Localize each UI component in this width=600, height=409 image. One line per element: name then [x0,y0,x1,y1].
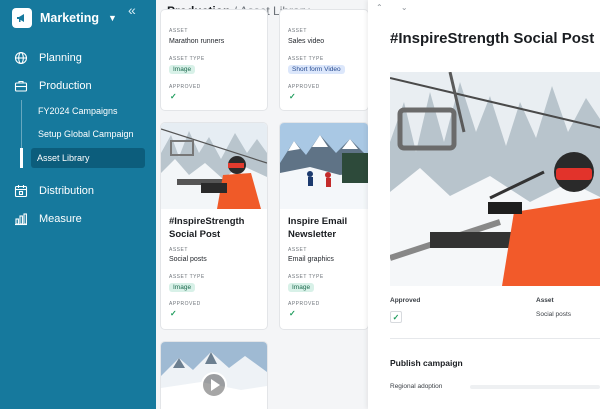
publish-campaign-heading: Publish campaign [390,358,463,368]
sub-label: FY2024 Campaigns [38,106,118,116]
approved-label: APPROVED [169,301,201,307]
chevron-down-icon: ▼ [108,13,117,23]
briefcase-icon [14,79,28,93]
nav-label: Production [39,80,92,92]
bar-chart-icon [14,212,28,226]
skiers-mountain-image [280,123,368,209]
asset-value: Email graphics [288,256,334,263]
sidebar-item-asset-library[interactable]: Asset Library [31,148,145,168]
asset-card-video[interactable] [161,342,267,409]
asset-value: Marathon runners [169,38,225,45]
megaphone-icon [12,8,32,28]
sub-label: Asset Library [37,153,90,163]
sidebar-item-fy2024-campaigns[interactable]: FY2024 Campaigns [32,101,146,121]
asset-label: ASSET [288,247,307,253]
asset-label: ASSET [169,28,188,34]
asset-type-label: ASSET TYPE [169,56,205,62]
asset-type-tag: Image [169,283,196,292]
sidebar: Marketing ▼ « Planning Production FY2024… [0,0,156,409]
asset-card-inspirestrength[interactable]: #InspireStrength Social Post ASSET Socia… [161,123,267,329]
check-icon: ✓ [170,309,177,318]
approved-label: APPROVED [288,301,320,307]
asset-value: Sales video [288,38,325,45]
nav-label: Distribution [39,185,95,197]
asset-type-label: ASSET TYPE [169,274,205,280]
asset-type-tag: Image [169,65,196,74]
nav-label: Planning [39,52,82,64]
approved-heading: Approved [390,297,421,304]
regional-adoption-label: Regional adoption [390,383,443,390]
asset-value: Social posts [536,311,572,318]
asset-card[interactable]: ASSET Sales video ASSET TYPE Short form … [280,10,368,110]
divider [390,338,600,339]
asset-card[interactable]: ASSET Marathon runners ASSET TYPE Image … [161,10,267,110]
check-icon: ✓ [289,309,296,318]
detail-panel: ⌃ ⌄ #InspireStrength Social Post Approve… [368,0,600,409]
check-icon: ✓ [289,92,296,101]
approved-checkbox[interactable]: ✓ [390,311,402,323]
approved-label: APPROVED [169,84,201,90]
check-icon: ✓ [170,92,177,101]
asset-value: Social posts [169,256,207,263]
asset-type-tag: Short form Video [288,65,345,74]
asset-card-inspire-email[interactable]: Inspire Email Newsletter ASSET Email gra… [280,123,368,329]
brand-title: Marketing [40,11,100,25]
asset-label: ASSET [288,28,307,34]
card-title: #InspireStrength Social Post [169,216,245,240]
asset-type-label: ASSET TYPE [288,56,324,62]
skier-chairlift-hero-image [390,72,600,286]
calendar-icon [14,184,28,198]
asset-type-label: ASSET TYPE [288,274,324,280]
skier-chairlift-image [161,123,267,209]
asset-label: ASSET [169,247,188,253]
panel-nav-arrows[interactable]: ⌃ ⌄ [376,3,416,12]
regional-adoption-bar [470,385,600,389]
active-indicator [20,148,23,168]
globe-icon [14,51,28,65]
nav-item-planning[interactable]: Planning [14,47,150,69]
nav-label: Measure [39,213,82,225]
nav-item-distribution[interactable]: Distribution [14,180,150,202]
card-title: Inspire Email Newsletter [288,216,348,240]
asset-type-tag: Image [288,283,315,292]
approved-label: APPROVED [288,84,320,90]
sub-label: Setup Global Campaign [38,129,134,139]
asset-heading: Asset [536,297,554,304]
play-icon[interactable] [201,372,227,398]
collapse-icon[interactable]: « [128,2,136,18]
sidebar-item-setup-global-campaign[interactable]: Setup Global Campaign [32,124,146,144]
nav-item-measure[interactable]: Measure [14,208,150,230]
panel-title: #InspireStrength Social Post [390,30,595,47]
nav-item-production[interactable]: Production [14,75,150,97]
